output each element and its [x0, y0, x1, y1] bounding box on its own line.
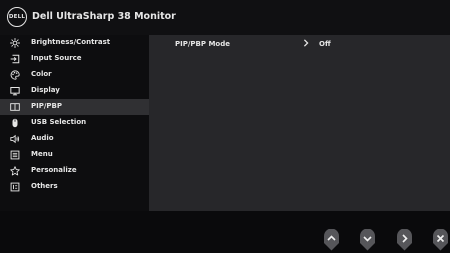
osd-header: DELL Dell UltraSharp 38 Monitor: [0, 0, 450, 35]
osd-sidebar-menu: Brightness/Contrast Input Source Color D…: [0, 35, 149, 211]
dell-logo-text: DELL: [8, 14, 26, 20]
menu-item-label: Input Source: [31, 54, 82, 62]
menu-item-brightness-contrast[interactable]: Brightness/Contrast: [0, 35, 149, 51]
submenu-content-panel: PIP/PBP Mode Off: [149, 35, 450, 211]
menu-item-personalize[interactable]: Personalize: [0, 163, 149, 179]
pip-pbp-icon: [9, 101, 21, 113]
menu-item-label: USB Selection: [31, 118, 87, 126]
chevron-right-icon: [301, 37, 311, 49]
menu-item-audio[interactable]: Audio: [0, 131, 149, 147]
osd-footer: [0, 211, 450, 253]
setting-value: Off: [319, 40, 331, 48]
menu-list-icon: [9, 149, 21, 161]
right-arrow-icon: [397, 229, 412, 251]
up-button[interactable]: [323, 229, 340, 251]
star-icon: [9, 165, 21, 177]
menu-item-pip-pbp[interactable]: PIP/PBP: [0, 99, 149, 115]
exit-button[interactable]: [432, 229, 449, 251]
monitor-icon: [9, 85, 21, 97]
mouse-icon: [9, 117, 21, 129]
menu-item-label: Menu: [31, 150, 53, 158]
menu-item-label: Display: [31, 86, 60, 94]
sun-icon: [9, 37, 21, 49]
input-source-icon: [9, 53, 21, 65]
menu-item-label: Personalize: [31, 166, 77, 174]
menu-item-label: Audio: [31, 134, 54, 142]
down-arrow-icon: [360, 229, 375, 251]
right-button[interactable]: [396, 229, 413, 251]
dell-logo: DELL: [7, 7, 27, 27]
menu-item-label: Color: [31, 70, 52, 78]
setting-label: PIP/PBP Mode: [175, 40, 230, 48]
menu-item-label: Brightness/Contrast: [31, 38, 111, 46]
speaker-icon: [9, 133, 21, 145]
menu-item-menu[interactable]: Menu: [0, 147, 149, 163]
menu-item-color[interactable]: Color: [0, 67, 149, 83]
menu-item-display[interactable]: Display: [0, 83, 149, 99]
palette-icon: [9, 69, 21, 81]
close-icon: [433, 229, 448, 251]
monitor-model-title: Dell UltraSharp 38 Monitor: [32, 11, 176, 22]
menu-item-label: Others: [31, 182, 58, 190]
up-arrow-icon: [324, 229, 339, 251]
down-button[interactable]: [359, 229, 376, 251]
menu-item-input-source[interactable]: Input Source: [0, 51, 149, 67]
info-icon: [9, 181, 21, 193]
menu-item-others[interactable]: Others: [0, 179, 149, 195]
menu-item-label: PIP/PBP: [31, 102, 63, 110]
menu-item-usb-selection[interactable]: USB Selection: [0, 115, 149, 131]
